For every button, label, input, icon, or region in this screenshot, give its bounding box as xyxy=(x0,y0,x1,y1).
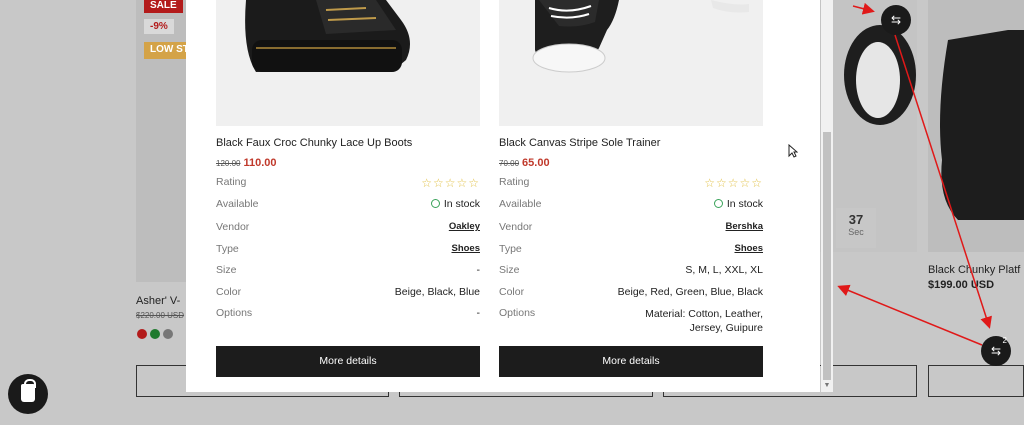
color-swatch-red[interactable] xyxy=(137,329,147,339)
countdown-timer: 37 Sec xyxy=(836,208,876,248)
star-outline-icon: ☆☆☆☆☆ xyxy=(704,176,763,190)
more-details-button[interactable]: More details xyxy=(216,346,480,377)
bg-product-name-left[interactable]: Asher' V- xyxy=(136,295,180,307)
type-row: Type Shoes xyxy=(216,243,480,255)
timer-seconds: 37 xyxy=(848,212,864,227)
discount-badge: -9% xyxy=(144,19,174,34)
color-label: Color xyxy=(499,286,525,298)
size-label: Size xyxy=(499,264,520,276)
compare-column-product-2: Black Canvas Stripe Sole Trainer 70.00 65… xyxy=(499,0,763,377)
shopify-bag-icon[interactable] xyxy=(8,374,48,414)
vendor-link[interactable]: Bershka xyxy=(726,221,764,233)
options-row: Options Material: Cotton, Leather, Jerse… xyxy=(499,307,763,335)
rating-row: Rating ☆☆☆☆☆ xyxy=(499,176,763,190)
scroll-down-arrow-icon[interactable]: ▼ xyxy=(823,382,831,390)
boot-image xyxy=(245,0,410,72)
options-label: Options xyxy=(216,307,253,319)
sneaker-image xyxy=(532,0,749,73)
product-price: 120.00 110.00 xyxy=(216,153,277,171)
options-row: Options - xyxy=(216,307,480,319)
vendor-link[interactable]: Oakley xyxy=(449,221,480,233)
stock-status: In stock xyxy=(443,198,480,210)
check-circle-icon xyxy=(713,199,723,208)
size-row: Size S, M, L, XXL, XL xyxy=(499,264,763,276)
compare-count-badge: 2 xyxy=(1002,336,1007,345)
more-details-button[interactable]: More details xyxy=(499,346,763,377)
bg-product-price-left: $220.00 USD xyxy=(136,311,185,320)
bg-sneaker-image xyxy=(844,25,916,125)
compare-column-product-1: Black Faux Croc Chunky Lace Up Boots 120… xyxy=(216,0,480,377)
product-image[interactable] xyxy=(499,0,763,126)
vendor-label: Vendor xyxy=(499,221,533,233)
bg-product-name-right[interactable]: Black Chunky Platf xyxy=(928,264,1020,276)
size-row: Size - xyxy=(216,264,480,276)
bg-boot-image xyxy=(940,30,1024,220)
product-name[interactable]: Black Faux Croc Chunky Lace Up Boots xyxy=(216,137,412,149)
color-row: Color Beige, Black, Blue xyxy=(216,286,480,298)
options-value: - xyxy=(476,307,481,319)
star-outline-icon: ☆☆☆☆☆ xyxy=(421,176,480,190)
bg-product-price-right: $199.00 USD xyxy=(928,279,995,291)
color-row: Color Beige, Red, Green, Blue, Black xyxy=(499,286,763,298)
rating-label: Rating xyxy=(499,176,530,188)
available-row: Available In stock xyxy=(216,198,480,210)
sale-price: 65.00 xyxy=(522,157,550,169)
rating-label: Rating xyxy=(216,176,247,188)
color-value: Beige, Red, Green, Blue, Black xyxy=(617,286,763,298)
color-value: Beige, Black, Blue xyxy=(394,286,480,298)
options-value: Material: Cotton, Leather, Jersey, Guipu… xyxy=(645,308,763,334)
compare-modal: Black Faux Croc Chunky Lace Up Boots 120… xyxy=(186,0,820,392)
size-value: S, M, L, XXL, XL xyxy=(685,264,763,276)
compare-arrows-icon: ⇆ xyxy=(990,344,1002,358)
type-label: Type xyxy=(216,243,239,255)
rating-row: Rating ☆☆☆☆☆ xyxy=(216,176,480,190)
color-swatch-green[interactable] xyxy=(150,329,160,339)
available-label: Available xyxy=(499,198,542,210)
sale-price: 110.00 xyxy=(243,157,277,169)
product-price: 70.00 65.00 xyxy=(499,153,550,171)
available-label: Available xyxy=(216,198,259,210)
size-value: - xyxy=(476,264,481,276)
low-stock-badge: LOW ST xyxy=(144,42,186,59)
available-row: Available In stock xyxy=(499,198,763,210)
old-price: 70.00 xyxy=(499,159,520,168)
scrollbar-thumb[interactable] xyxy=(823,132,831,380)
timer-unit: Sec xyxy=(848,227,864,237)
sale-badge: SALE xyxy=(144,0,183,13)
compare-toggle-button-top[interactable]: ⇆ xyxy=(881,5,911,35)
mouse-cursor-icon xyxy=(788,144,798,158)
bg-add-to-cart-button-4[interactable] xyxy=(928,365,1024,397)
vendor-row: Vendor Oakley xyxy=(216,221,480,233)
compare-table: Black Faux Croc Chunky Lace Up Boots 120… xyxy=(216,0,792,392)
vendor-row: Vendor Bershka xyxy=(499,221,763,233)
color-label: Color xyxy=(216,286,242,298)
vendor-label: Vendor xyxy=(216,221,250,233)
options-label: Options xyxy=(499,307,536,319)
type-link[interactable]: Shoes xyxy=(451,243,480,255)
size-label: Size xyxy=(216,264,237,276)
modal-scrollbar[interactable]: ▼ xyxy=(821,0,833,392)
color-swatch-grey[interactable] xyxy=(163,329,173,339)
stock-status: In stock xyxy=(726,198,763,210)
type-label: Type xyxy=(499,243,522,255)
check-circle-icon xyxy=(430,199,440,208)
type-row: Type Shoes xyxy=(499,243,763,255)
product-image[interactable] xyxy=(216,0,480,126)
type-link[interactable]: Shoes xyxy=(734,243,763,255)
old-price: 120.00 xyxy=(216,159,241,168)
compare-floating-button[interactable]: ⇆ 2 xyxy=(981,336,1011,366)
compare-arrows-icon: ⇆ xyxy=(890,13,902,27)
product-name[interactable]: Black Canvas Stripe Sole Trainer xyxy=(499,137,660,149)
